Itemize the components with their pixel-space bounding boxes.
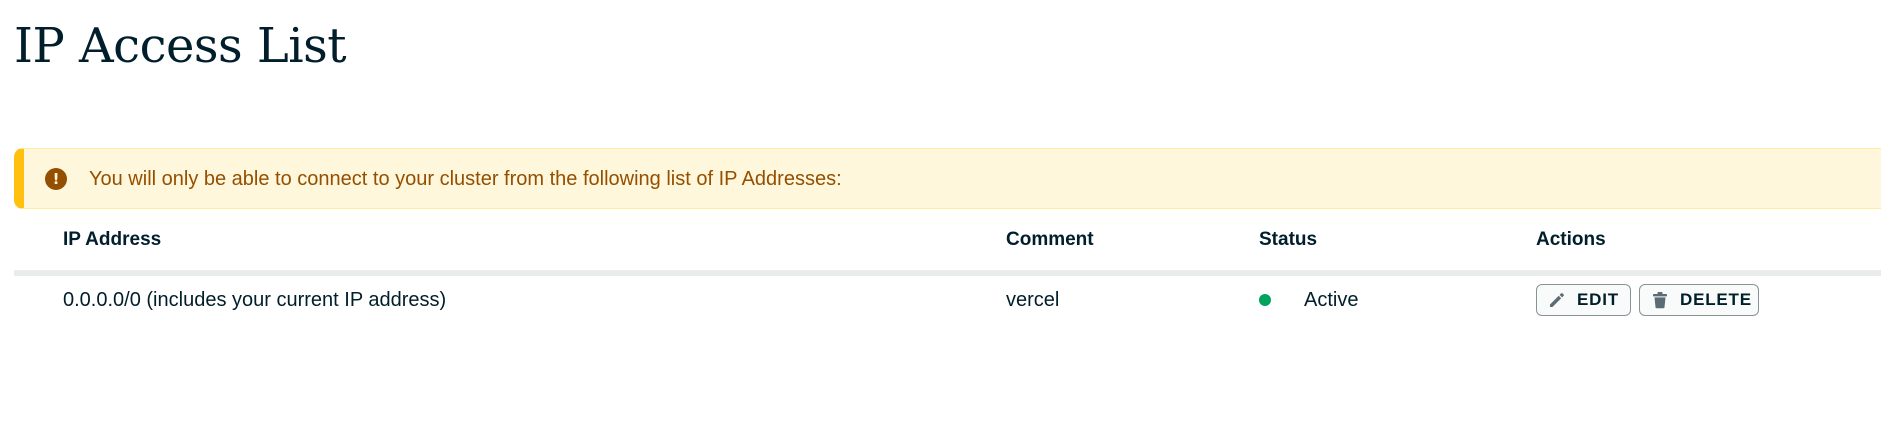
warning-icon: ! [45,168,67,190]
pencil-icon [1547,290,1567,310]
column-header-actions: Actions [1536,229,1606,250]
column-header-ip-address[interactable]: IP Address [63,228,161,252]
page-title: IP Access List [14,18,347,74]
delete-button-label: DELETE [1680,290,1752,309]
delete-button[interactable]: DELETE [1639,284,1759,316]
column-header-comment[interactable]: Comment [1006,228,1094,252]
banner-message: You will only be able to connect to your… [89,168,842,190]
comment-cell: vercel [1006,289,1060,311]
status-active-dot [1259,294,1271,306]
column-header-status[interactable]: Status [1259,228,1317,252]
status-cell: Active [1304,289,1359,311]
table-header-divider [14,270,1881,276]
trash-icon [1650,290,1670,310]
edit-button[interactable]: EDIT [1536,284,1631,316]
edit-button-label: EDIT [1577,290,1619,309]
ip-address-cell: 0.0.0.0/0 (includes your current IP addr… [63,289,447,311]
